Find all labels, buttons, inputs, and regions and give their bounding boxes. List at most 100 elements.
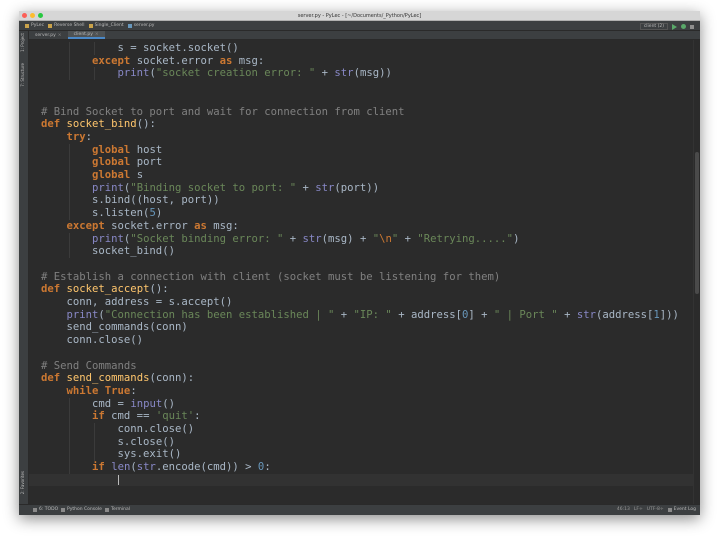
code-token: # Send Commands (41, 359, 137, 372)
code-token: # Bind Socket to port and wait for conne… (41, 105, 405, 118)
line-separator[interactable]: LF÷ (634, 505, 643, 515)
code-token: " | Port " (493, 308, 558, 321)
code-line[interactable]: if len(str.encode(cmd)) > 0: (41, 461, 271, 474)
python-file-icon (127, 24, 132, 28)
code-token: : (130, 384, 137, 397)
code-line[interactable]: global s (41, 169, 143, 182)
code-line[interactable]: conn, address = s.accept() (41, 296, 233, 309)
code-token: try (66, 130, 86, 143)
code-token: ) (513, 232, 520, 245)
code-token: str (334, 67, 354, 80)
code-line[interactable]: print("Socket binding error: " + str(msg… (41, 233, 519, 246)
console-icon (61, 508, 65, 512)
code-token: + address[ (391, 308, 462, 321)
code-line[interactable]: conn.close() (41, 423, 195, 436)
code-token: def (41, 372, 61, 385)
code-token: host (130, 143, 163, 156)
status-bar: 46:13 LF÷ UTF-8÷ Event Log (617, 505, 696, 515)
code-token: except (92, 54, 131, 67)
tab-server-py[interactable]: server.py × (29, 31, 68, 39)
code-token: except (66, 219, 105, 232)
code-token: str (136, 461, 156, 474)
code-token: "Binding socket to port: " (130, 181, 297, 194)
code-line[interactable]: while True: (41, 385, 137, 398)
code-token: conn.close() (117, 423, 195, 435)
breadcrumb-file[interactable]: server.py (127, 21, 154, 31)
scrollbar-thumb[interactable] (695, 152, 699, 294)
code-line[interactable]: # Establish a connection with client (so… (41, 271, 500, 284)
code-line[interactable]: s.bind((host, port)) (41, 194, 220, 207)
code-token: () (162, 397, 175, 410)
ide-window: server.py - PyLec - [~/Documents/_Python… (19, 11, 700, 515)
code-line[interactable]: try: (41, 130, 93, 144)
code-token: if (92, 461, 105, 474)
breadcrumb-project[interactable]: PyLec (25, 21, 44, 31)
code-token: socket.error (130, 54, 220, 67)
tab-label: server.py (35, 32, 56, 38)
code-token: "socket creation error: " (155, 67, 316, 80)
code-editor[interactable]: s = socket.socket() except socket.error … (29, 40, 693, 504)
stop-icon[interactable] (690, 24, 694, 29)
text-caret (117, 474, 119, 486)
code-line[interactable]: def socket_bind(): (41, 118, 156, 131)
python-console-button[interactable]: Python Console (61, 505, 102, 515)
code-line[interactable]: print("Binding socket to port: " + str(p… (41, 182, 379, 195)
code-token: input (130, 397, 163, 410)
terminal-label: Terminal (111, 507, 131, 512)
code-line[interactable]: print("socket creation error: " + str(ms… (41, 67, 392, 80)
code-token: ])) (659, 308, 679, 321)
code-token: str (315, 181, 335, 194)
code-line[interactable]: send_commands(conn) (41, 321, 188, 334)
code-token: (msg) + (321, 232, 373, 245)
code-line[interactable]: s = socket.socket() (41, 42, 239, 55)
terminal-button[interactable]: Terminal (105, 505, 130, 515)
code-line[interactable]: s.listen(5) (41, 207, 162, 220)
run-icon[interactable] (672, 23, 677, 30)
code-line[interactable]: s.close() (41, 436, 175, 449)
favorites-tool-tab[interactable]: 2: Favorites (20, 471, 25, 494)
code-line[interactable]: # Bind Socket to port and wait for conne… (41, 106, 405, 119)
folder-icon (48, 24, 53, 28)
code-token: print (66, 308, 99, 321)
run-config-select[interactable]: client (2) (639, 23, 668, 30)
code-line[interactable]: sys.exit() (41, 448, 182, 461)
todo-tool-button[interactable]: 6: TODO (33, 505, 58, 515)
file-encoding[interactable]: UTF-8÷ (647, 505, 664, 515)
code-line[interactable]: cmd = input() (41, 398, 175, 411)
code-token: + (283, 232, 303, 245)
code-line[interactable]: except socket.error as msg: (41, 220, 239, 233)
event-log-label: Event Log (673, 507, 696, 512)
project-tool-tab[interactable]: 1: Project (20, 33, 25, 52)
code-line[interactable]: global host (41, 144, 162, 157)
todo-label: 6: TODO (39, 507, 59, 512)
code-line[interactable]: def socket_accept(): (41, 283, 169, 296)
breadcrumb-folder[interactable]: Single_Client (88, 21, 124, 31)
close-tab-icon[interactable]: × (58, 31, 62, 40)
code-token: (): (136, 118, 156, 131)
code-token: s.listen( (92, 207, 150, 220)
code-line[interactable]: socket_bind() (41, 245, 175, 258)
code-line[interactable]: def send_commands(conn): (41, 372, 194, 385)
code-line[interactable]: except socket.error as msg: (41, 55, 264, 68)
debug-icon[interactable] (681, 24, 686, 29)
code-token: while (66, 384, 99, 397)
event-log-button[interactable]: Event Log (667, 505, 696, 515)
code-line[interactable]: conn.close() (41, 334, 144, 347)
code-token: \n (379, 232, 392, 245)
structure-tool-tab[interactable]: 7: Structure (20, 63, 25, 87)
code-token: socket.error (104, 219, 195, 232)
code-line[interactable]: print("Connection has been established |… (41, 309, 679, 322)
code-token: "Connection has been established | " (104, 308, 335, 321)
caret-position[interactable]: 46:13 (617, 505, 630, 515)
code-token: (msg)) (353, 67, 392, 80)
code-line[interactable]: if cmd == 'quit': (41, 410, 201, 423)
editor-tabs: server.py × client.py × (29, 31, 700, 40)
editor-scrollbar[interactable] (693, 40, 700, 504)
tab-client-py[interactable]: client.py × (67, 30, 105, 39)
code-token: : (194, 410, 201, 423)
code-token: str (302, 232, 322, 245)
close-tab-icon[interactable]: × (95, 30, 99, 39)
code-line[interactable]: global port (41, 156, 162, 169)
code-token: (address[ (595, 308, 654, 321)
code-line[interactable]: # Send Commands (41, 360, 137, 373)
